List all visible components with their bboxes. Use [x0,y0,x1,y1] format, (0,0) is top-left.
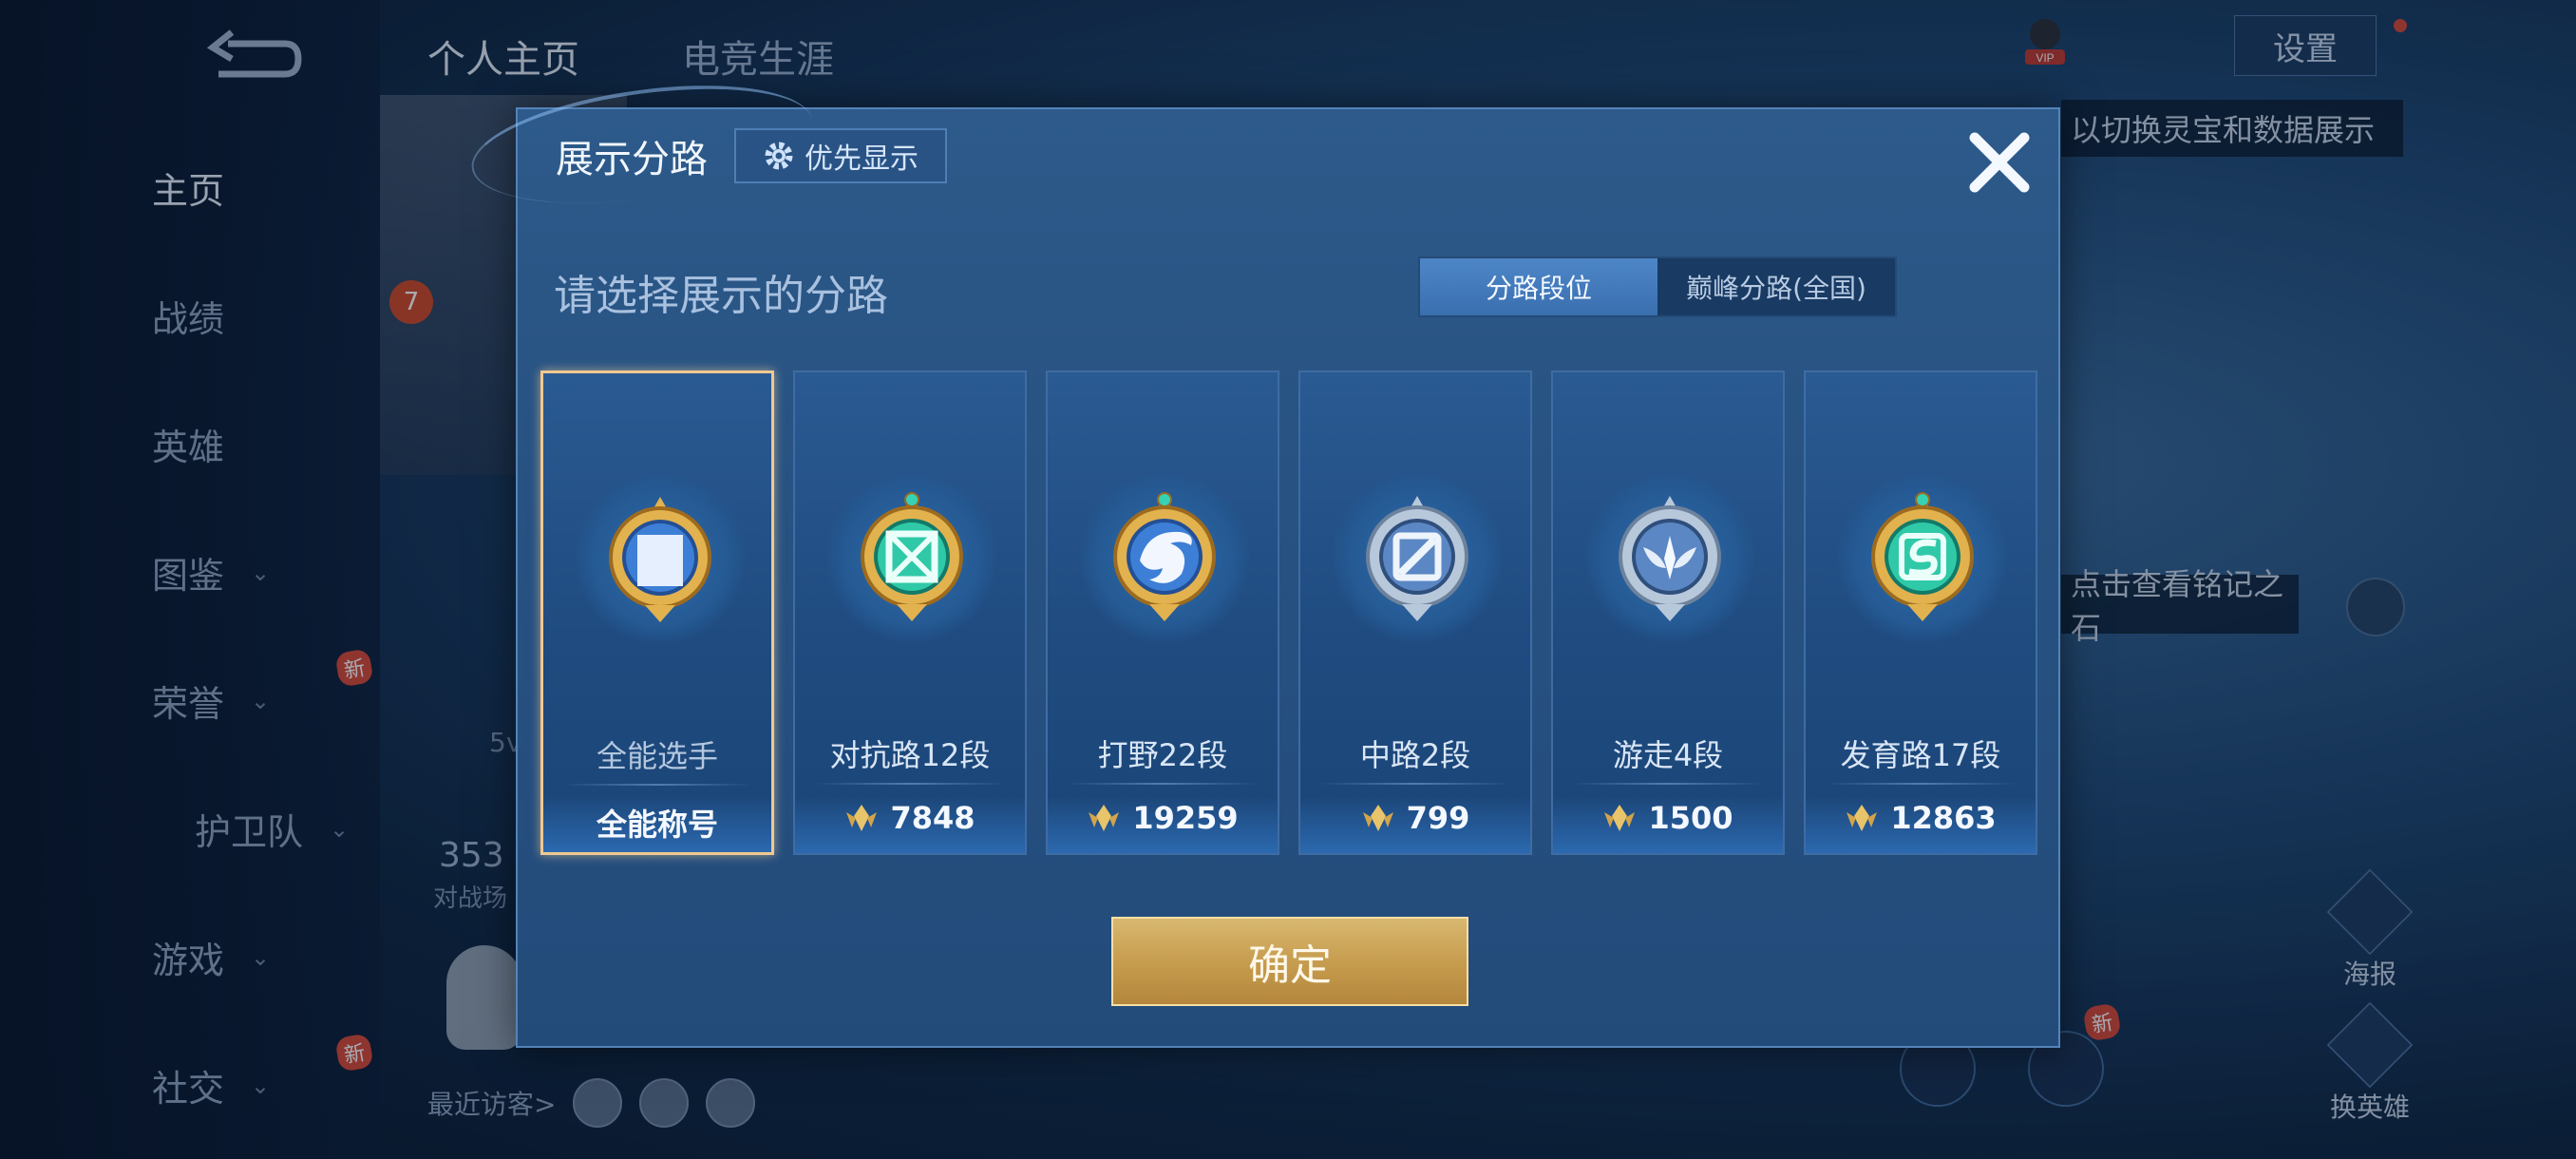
lane-card[interactable]: 发育路17段 12863 [1804,370,2037,855]
peak-score-value: 1500 [1648,800,1733,836]
lane-value: 1500 [1553,800,1783,836]
lane-cards: 全能选手 全能称号 对抗路12段 7848 打野22段 19259 中路2段 799 游走4段 1… [540,370,2041,855]
divider [814,783,1006,785]
lane-label: 游走4段 [1612,737,1724,773]
peak-score-value: 7848 [890,800,975,836]
confirm-button[interactable]: 确定 [1111,917,1468,1006]
peak-score-icon [1089,805,1120,831]
lane-label: 全能选手 [596,738,718,774]
jungle-emblem-icon [1113,492,1216,621]
lane-label: 对抗路12段 [829,737,991,773]
lane-value: 12863 [1806,800,2036,836]
lane-card[interactable]: 全能选手 全能称号 [540,370,774,855]
clash-lane-emblem-icon [861,492,963,621]
modal-title: 展示分路 [556,138,708,181]
lane-card[interactable]: 对抗路12段 7848 [793,370,1027,855]
lane-value: 7848 [795,800,1025,836]
peak-score-value: 12863 [1890,800,1997,836]
lane-card[interactable]: 打野22段 19259 [1046,370,1279,855]
modal-subtitle: 请选择展示的分路 [554,272,888,320]
farm-lane-emblem-icon [1871,492,1974,621]
segment-toggle: 分路段位 巅峰分路(全国) [1418,256,1897,317]
divider [1825,783,2017,785]
peak-score-value: 799 [1406,800,1470,836]
emblem-halo [1079,472,1250,643]
emblem-halo [1584,472,1755,643]
lane-value: 全能称号 [543,801,771,845]
emblem-halo [826,472,997,643]
lane-card[interactable]: 中路2段 799 [1298,370,1532,855]
lane-label: 发育路17段 [1840,737,2001,773]
roam-emblem-icon [1619,496,1721,621]
gear-icon [765,142,793,170]
divider [1319,783,1511,785]
peak-score-icon [1847,805,1878,831]
priority-display-label: 优先显示 [805,142,919,176]
emblem-halo [1837,472,2008,643]
peak-score-icon [1604,805,1636,831]
all-round-emblem-icon [609,497,711,622]
lane-display-modal: 展示分路 优先显示 请选择展示的分路 分路段位 巅峰分路(全国) 全能选手全能称… [464,66,2060,1048]
close-icon[interactable] [1961,124,2037,200]
lane-card[interactable]: 游走4段 1500 [1551,370,1785,855]
peak-score-icon [846,805,878,831]
peak-score-icon [1362,805,1393,831]
emblem-halo [575,473,746,644]
lane-value: 799 [1300,800,1530,836]
priority-display-button[interactable]: 优先显示 [734,128,947,183]
emblem-halo [1332,472,1503,643]
title-value: 全能称号 [596,807,718,843]
divider [1067,783,1259,785]
divider [1572,783,1764,785]
lane-label: 中路2段 [1359,737,1471,773]
lane-value: 19259 [1048,800,1278,836]
tab-peak-lane-national[interactable]: 巅峰分路(全国) [1657,258,1895,315]
peak-score-value: 19259 [1132,800,1239,836]
lane-label: 打野22段 [1097,737,1228,773]
divider [562,784,752,786]
tab-lane-rank[interactable]: 分路段位 [1420,258,1657,315]
mid-lane-emblem-icon [1366,496,1468,621]
